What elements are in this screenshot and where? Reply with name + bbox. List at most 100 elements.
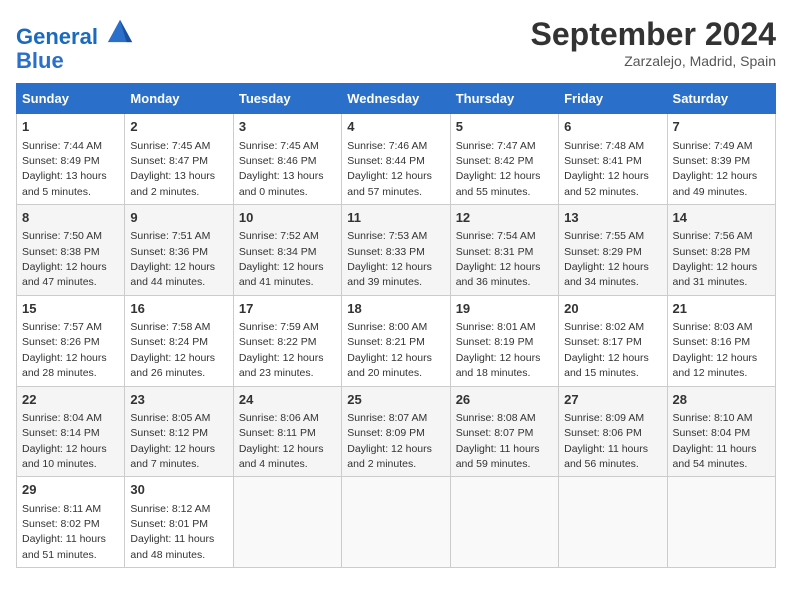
calendar-cell: 6 Sunrise: 7:48 AMSunset: 8:41 PMDaylight… [559, 114, 667, 205]
month-title: September 2024 [531, 16, 776, 53]
day-info: Sunrise: 8:07 AMSunset: 8:09 PMDaylight:… [347, 412, 432, 470]
calendar-cell: 3 Sunrise: 7:45 AMSunset: 8:46 PMDaylight… [233, 114, 341, 205]
day-number: 30 [130, 481, 227, 499]
day-info: Sunrise: 8:00 AMSunset: 8:21 PMDaylight:… [347, 321, 432, 379]
logo-text: General [16, 16, 134, 49]
day-number: 17 [239, 300, 336, 318]
col-header-sunday: Sunday [17, 84, 125, 114]
calendar-cell: 7 Sunrise: 7:49 AMSunset: 8:39 PMDaylight… [667, 114, 775, 205]
calendar-cell: 28Sunrise: 8:10 AMSunset: 8:04 PMDayligh… [667, 386, 775, 477]
day-number: 26 [456, 391, 553, 409]
day-info: Sunrise: 8:11 AMSunset: 8:02 PMDaylight:… [22, 503, 106, 561]
day-number: 13 [564, 209, 661, 227]
day-number: 9 [130, 209, 227, 227]
calendar-cell: 9 Sunrise: 7:51 AMSunset: 8:36 PMDaylight… [125, 205, 233, 296]
day-info: Sunrise: 7:51 AMSunset: 8:36 PMDaylight:… [130, 230, 215, 288]
calendar-cell: 24 Sunrise: 8:06 AMSunset: 8:11 PMDayligh… [233, 386, 341, 477]
day-number: 2 [130, 118, 227, 136]
day-info: Sunrise: 8:06 AMSunset: 8:11 PMDaylight:… [239, 412, 324, 470]
day-info: Sunrise: 7:53 AMSunset: 8:33 PMDaylight:… [347, 230, 432, 288]
day-info: Sunrise: 8:04 AMSunset: 8:14 PMDaylight:… [22, 412, 107, 470]
day-info: Sunrise: 8:10 AMSunset: 8:04 PMDaylight:… [673, 412, 757, 470]
calendar-cell: 20 Sunrise: 8:02 AMSunset: 8:17 PMDayligh… [559, 295, 667, 386]
day-number: 10 [239, 209, 336, 227]
calendar-cell: 26 Sunrise: 8:08 AMSunset: 8:07 PMDayligh… [450, 386, 558, 477]
day-info: Sunrise: 7:48 AMSunset: 8:41 PMDaylight:… [564, 140, 649, 198]
day-number: 15 [22, 300, 119, 318]
col-header-saturday: Saturday [667, 84, 775, 114]
calendar-cell: 12 Sunrise: 7:54 AMSunset: 8:31 PMDayligh… [450, 205, 558, 296]
day-info: Sunrise: 7:46 AMSunset: 8:44 PMDaylight:… [347, 140, 432, 198]
calendar-cell: 22 Sunrise: 8:04 AMSunset: 8:14 PMDayligh… [17, 386, 125, 477]
calendar-cell: 1 Sunrise: 7:44 AMSunset: 8:49 PMDaylight… [17, 114, 125, 205]
calendar-cell: 16 Sunrise: 7:58 AMSunset: 8:24 PMDayligh… [125, 295, 233, 386]
calendar-cell [342, 477, 450, 568]
day-number: 8 [22, 209, 119, 227]
day-info: Sunrise: 7:50 AMSunset: 8:38 PMDaylight:… [22, 230, 107, 288]
calendar-cell: 29 Sunrise: 8:11 AMSunset: 8:02 PMDayligh… [17, 477, 125, 568]
day-number: 1 [22, 118, 119, 136]
day-info: Sunrise: 7:47 AMSunset: 8:42 PMDaylight:… [456, 140, 541, 198]
calendar-cell: 18 Sunrise: 8:00 AMSunset: 8:21 PMDayligh… [342, 295, 450, 386]
day-number: 3 [239, 118, 336, 136]
day-info: Sunrise: 8:01 AMSunset: 8:19 PMDaylight:… [456, 321, 541, 379]
day-info: Sunrise: 7:54 AMSunset: 8:31 PMDaylight:… [456, 230, 541, 288]
day-number: 22 [22, 391, 119, 409]
col-header-thursday: Thursday [450, 84, 558, 114]
calendar-cell: 17 Sunrise: 7:59 AMSunset: 8:22 PMDayligh… [233, 295, 341, 386]
calendar-cell [233, 477, 341, 568]
day-number: 7 [673, 118, 770, 136]
day-info: Sunrise: 7:49 AMSunset: 8:39 PMDaylight:… [673, 140, 758, 198]
day-info: Sunrise: 8:09 AMSunset: 8:06 PMDaylight:… [564, 412, 648, 470]
day-number: 6 [564, 118, 661, 136]
day-info: Sunrise: 7:58 AMSunset: 8:24 PMDaylight:… [130, 321, 215, 379]
logo-icon [106, 16, 134, 44]
col-header-wednesday: Wednesday [342, 84, 450, 114]
day-number: 21 [673, 300, 770, 318]
calendar-cell: 14 Sunrise: 7:56 AMSunset: 8:28 PMDayligh… [667, 205, 775, 296]
day-info: Sunrise: 8:12 AMSunset: 8:01 PMDaylight:… [130, 503, 214, 561]
day-info: Sunrise: 7:56 AMSunset: 8:28 PMDaylight:… [673, 230, 758, 288]
calendar-cell [559, 477, 667, 568]
day-number: 12 [456, 209, 553, 227]
calendar-cell: 27 Sunrise: 8:09 AMSunset: 8:06 PMDayligh… [559, 386, 667, 477]
day-info: Sunrise: 7:59 AMSunset: 8:22 PMDaylight:… [239, 321, 324, 379]
day-number: 16 [130, 300, 227, 318]
location: Zarzalejo, Madrid, Spain [531, 53, 776, 69]
calendar-cell: 4 Sunrise: 7:46 AMSunset: 8:44 PMDaylight… [342, 114, 450, 205]
day-number: 29 [22, 481, 119, 499]
day-number: 11 [347, 209, 444, 227]
calendar-cell: 15 Sunrise: 7:57 AMSunset: 8:26 PMDayligh… [17, 295, 125, 386]
day-info: Sunrise: 7:44 AMSunset: 8:49 PMDaylight:… [22, 140, 107, 198]
logo: General Blue [16, 16, 134, 73]
day-number: 20 [564, 300, 661, 318]
day-number: 18 [347, 300, 444, 318]
col-header-friday: Friday [559, 84, 667, 114]
day-info: Sunrise: 8:02 AMSunset: 8:17 PMDaylight:… [564, 321, 649, 379]
calendar-cell: 8 Sunrise: 7:50 AMSunset: 8:38 PMDaylight… [17, 205, 125, 296]
day-number: 14 [673, 209, 770, 227]
calendar-cell [667, 477, 775, 568]
day-number: 24 [239, 391, 336, 409]
col-header-monday: Monday [125, 84, 233, 114]
day-info: Sunrise: 7:45 AMSunset: 8:47 PMDaylight:… [130, 140, 215, 198]
calendar-cell: 30 Sunrise: 8:12 AMSunset: 8:01 PMDayligh… [125, 477, 233, 568]
day-info: Sunrise: 8:03 AMSunset: 8:16 PMDaylight:… [673, 321, 758, 379]
day-info: Sunrise: 7:52 AMSunset: 8:34 PMDaylight:… [239, 230, 324, 288]
day-number: 4 [347, 118, 444, 136]
calendar-cell: 23Sunrise: 8:05 AMSunset: 8:12 PMDayligh… [125, 386, 233, 477]
day-info: Sunrise: 8:08 AMSunset: 8:07 PMDaylight:… [456, 412, 540, 470]
calendar-cell [450, 477, 558, 568]
calendar-cell: 21 Sunrise: 8:03 AMSunset: 8:16 PMDayligh… [667, 295, 775, 386]
page-header: General Blue September 2024 Zarzalejo, M… [16, 16, 776, 73]
day-info: Sunrise: 7:45 AMSunset: 8:46 PMDaylight:… [239, 140, 324, 198]
day-info: Sunrise: 7:55 AMSunset: 8:29 PMDaylight:… [564, 230, 649, 288]
day-number: 27 [564, 391, 661, 409]
logo-blue: Blue [16, 49, 134, 73]
title-block: September 2024 Zarzalejo, Madrid, Spain [531, 16, 776, 69]
day-number: 5 [456, 118, 553, 136]
calendar-cell: 11 Sunrise: 7:53 AMSunset: 8:33 PMDayligh… [342, 205, 450, 296]
day-number: 23 [130, 391, 227, 409]
day-info: Sunrise: 7:57 AMSunset: 8:26 PMDaylight:… [22, 321, 107, 379]
day-number: 25 [347, 391, 444, 409]
